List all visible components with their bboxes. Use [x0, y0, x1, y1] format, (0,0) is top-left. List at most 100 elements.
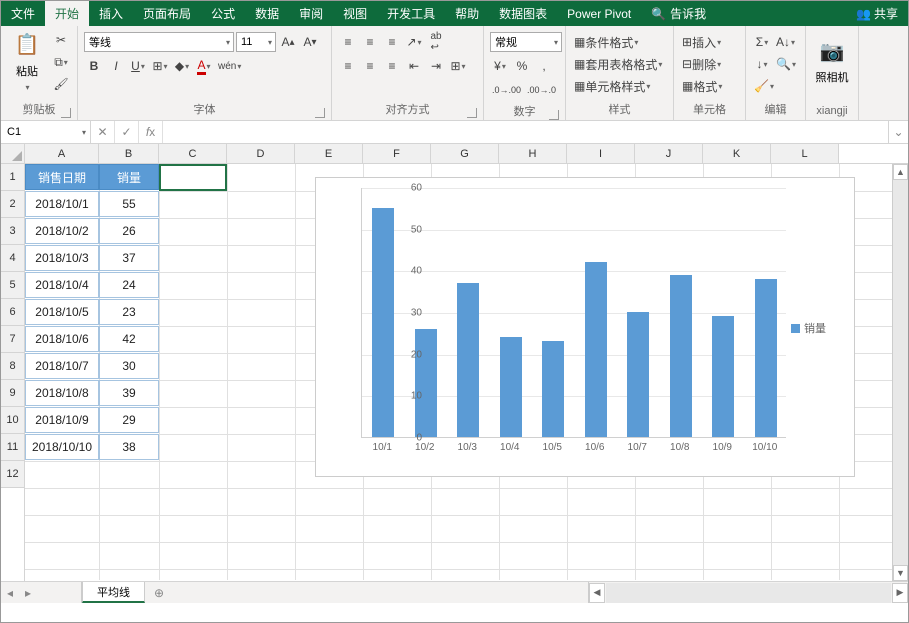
clipboard-launcher[interactable]: [61, 108, 71, 118]
align-bottom-button[interactable]: ≡: [382, 32, 402, 52]
cell-B2[interactable]: 55: [99, 191, 159, 217]
row-header-2[interactable]: 2: [1, 191, 24, 218]
row-header-9[interactable]: 9: [1, 380, 24, 407]
scroll-left-button[interactable]: ◀: [589, 583, 605, 603]
sheet-nav-prev[interactable]: ▸: [19, 582, 37, 603]
share-button[interactable]: 👥共享: [846, 1, 908, 26]
conditional-format-button[interactable]: ▦ 条件格式▾: [572, 32, 672, 52]
scroll-up-button[interactable]: ▲: [893, 164, 908, 180]
expand-formula-bar[interactable]: ⌄: [888, 121, 908, 143]
chart-bar-10/8[interactable]: [670, 275, 692, 438]
cell-A7[interactable]: 2018/10/6: [25, 326, 99, 352]
new-sheet-button[interactable]: ⊕: [145, 582, 173, 603]
align-middle-button[interactable]: ≡: [360, 32, 380, 52]
cell-A10[interactable]: 2018/10/9: [25, 407, 99, 433]
camera-button[interactable]: 📷 照相机: [812, 30, 852, 92]
col-header-H[interactable]: H: [499, 144, 567, 163]
chart-bar-10/6[interactable]: [585, 262, 607, 437]
insert-cells-button[interactable]: ⊞ 插入▾: [680, 32, 744, 52]
cell-B6[interactable]: 23: [99, 299, 159, 325]
row-header-10[interactable]: 10: [1, 407, 24, 434]
name-box[interactable]: C1: [1, 121, 91, 143]
decrease-font-button[interactable]: A▾: [300, 32, 320, 52]
cell-A1[interactable]: 销售日期: [25, 164, 99, 190]
cell-A6[interactable]: 2018/10/5: [25, 299, 99, 325]
chart-bar-10/1[interactable]: [372, 208, 394, 437]
merge-button[interactable]: ⊞▾: [448, 56, 468, 76]
cell-A11[interactable]: 2018/10/10: [25, 434, 99, 460]
tab-developer[interactable]: 开发工具: [377, 1, 445, 26]
increase-font-button[interactable]: A▴: [278, 32, 298, 52]
autosum-button[interactable]: Σ▾: [752, 32, 772, 52]
tab-page-layout[interactable]: 页面布局: [133, 1, 201, 26]
cell-B4[interactable]: 37: [99, 245, 159, 271]
cell-A3[interactable]: 2018/10/2: [25, 218, 99, 244]
chart-bar-10/7[interactable]: [627, 312, 649, 437]
orientation-button[interactable]: ↗▾: [404, 32, 424, 52]
col-header-C[interactable]: C: [159, 144, 227, 163]
table-format-button[interactable]: ▦ 套用表格格式▾: [572, 54, 672, 74]
cell-B1[interactable]: 销量: [99, 164, 159, 190]
embedded-chart[interactable]: 销量 010203040506010/110/210/310/410/510/6…: [315, 177, 855, 477]
row-header-8[interactable]: 8: [1, 353, 24, 380]
decrease-decimal-button[interactable]: .00→.0: [525, 80, 558, 100]
cell-B7[interactable]: 42: [99, 326, 159, 352]
row-header-6[interactable]: 6: [1, 299, 24, 326]
tell-me[interactable]: 🔍告诉我: [641, 1, 716, 26]
tab-help[interactable]: 帮助: [445, 1, 489, 26]
format-painter-button[interactable]: 🖌: [51, 74, 71, 94]
cancel-formula-button[interactable]: ✕: [91, 121, 115, 143]
row-header-7[interactable]: 7: [1, 326, 24, 353]
sort-filter-button[interactable]: A↓▾: [774, 32, 797, 52]
cell-B10[interactable]: 29: [99, 407, 159, 433]
font-color-button[interactable]: A▾: [194, 56, 214, 76]
cell-A8[interactable]: 2018/10/7: [25, 353, 99, 379]
paste-button[interactable]: 📋 粘贴▾: [7, 30, 47, 92]
copy-button[interactable]: ⧉▾: [51, 52, 71, 72]
cell-A2[interactable]: 2018/10/1: [25, 191, 99, 217]
cell-B9[interactable]: 39: [99, 380, 159, 406]
cell-styles-button[interactable]: ▦ 单元格样式▾: [572, 76, 672, 96]
select-all-button[interactable]: [1, 144, 24, 164]
chart-bar-10/3[interactable]: [457, 283, 479, 437]
font-size-combo[interactable]: 11: [236, 32, 276, 52]
row-header-5[interactable]: 5: [1, 272, 24, 299]
tab-data[interactable]: 数据: [245, 1, 289, 26]
col-header-D[interactable]: D: [227, 144, 295, 163]
number-format-combo[interactable]: 常规: [490, 32, 562, 52]
cell-A5[interactable]: 2018/10/4: [25, 272, 99, 298]
number-launcher[interactable]: [549, 110, 559, 120]
clear-button[interactable]: 🧹▾: [752, 76, 776, 96]
cell-B5[interactable]: 24: [99, 272, 159, 298]
horizontal-scrollbar[interactable]: ◀ ▶: [588, 582, 908, 603]
confirm-formula-button[interactable]: ✓: [115, 121, 139, 143]
find-button[interactable]: 🔍▾: [774, 54, 798, 74]
cell-B11[interactable]: 38: [99, 434, 159, 460]
delete-cells-button[interactable]: ⊟ 删除▾: [680, 54, 744, 74]
tab-home[interactable]: 开始: [45, 1, 89, 26]
underline-button[interactable]: U▾: [128, 56, 148, 76]
col-header-A[interactable]: A: [25, 144, 99, 163]
col-header-K[interactable]: K: [703, 144, 771, 163]
chart-bar-10/10[interactable]: [755, 279, 777, 437]
sheet-tab-active[interactable]: 平均线: [82, 582, 145, 603]
row-header-12[interactable]: 12: [1, 461, 24, 488]
align-center-button[interactable]: ≡: [360, 56, 380, 76]
tab-view[interactable]: 视图: [333, 1, 377, 26]
col-header-F[interactable]: F: [363, 144, 431, 163]
tab-power-pivot[interactable]: Power Pivot: [557, 1, 641, 26]
cut-button[interactable]: ✂: [51, 30, 71, 50]
tab-insert[interactable]: 插入: [89, 1, 133, 26]
row-header-3[interactable]: 3: [1, 218, 24, 245]
vertical-scrollbar[interactable]: ▲ ▼: [892, 164, 908, 581]
alignment-launcher[interactable]: [467, 108, 477, 118]
tab-chart[interactable]: 数据图表: [489, 1, 557, 26]
align-right-button[interactable]: ≡: [382, 56, 402, 76]
cell-B8[interactable]: 30: [99, 353, 159, 379]
scroll-down-button[interactable]: ▼: [893, 565, 908, 581]
chart-bar-10/9[interactable]: [712, 316, 734, 437]
align-top-button[interactable]: ≡: [338, 32, 358, 52]
col-header-B[interactable]: B: [99, 144, 159, 163]
font-launcher[interactable]: [315, 108, 325, 118]
col-header-E[interactable]: E: [295, 144, 363, 163]
